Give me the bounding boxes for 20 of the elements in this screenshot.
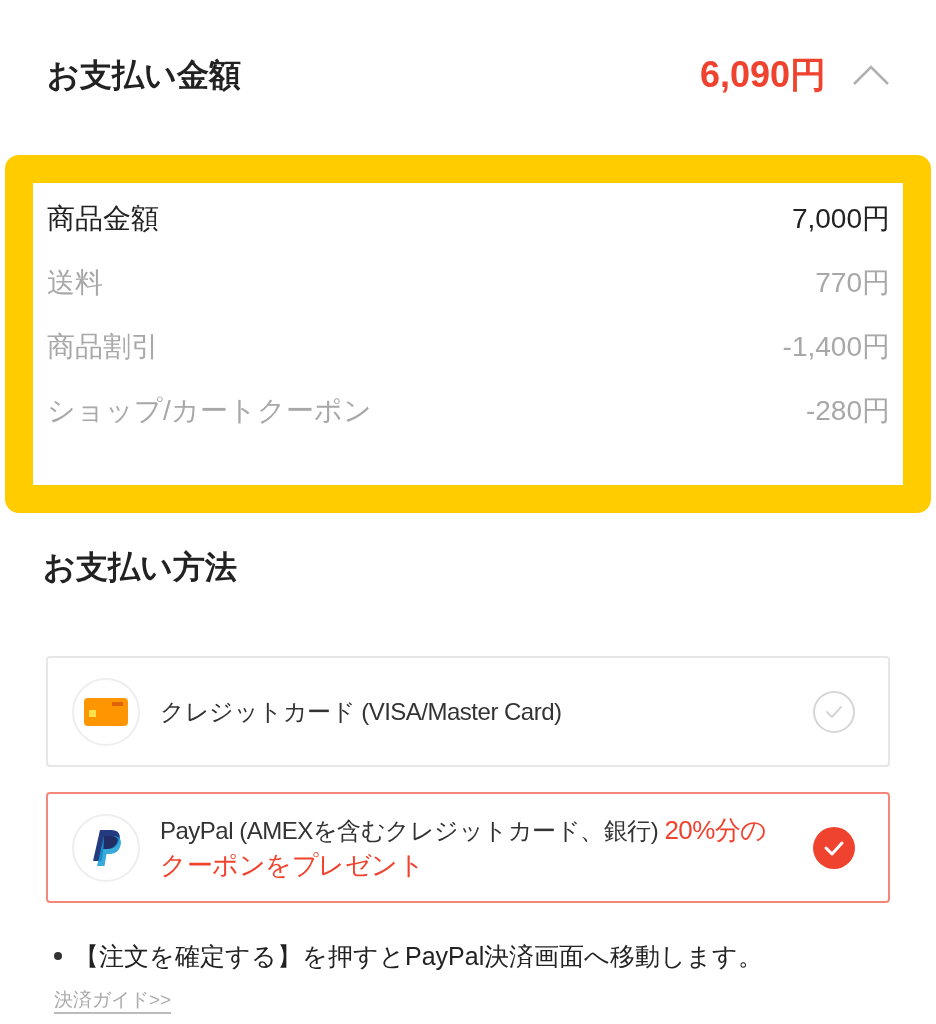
- credit-card-icon: [84, 697, 128, 726]
- section-title: お支払い金額: [47, 56, 241, 95]
- payment-option-card[interactable]: クレジットカード (VISA/Master Card): [46, 656, 890, 767]
- bullet-icon: [54, 952, 62, 960]
- collapse-chevron-icon[interactable]: [852, 64, 890, 86]
- payment-option-label: PayPal (AMEXを含むクレジットカード、銀行) 20%分のクーポンをプレゼント: [160, 813, 768, 882]
- breakdown-amount: 770円: [815, 266, 890, 300]
- breakdown-amount: -280円: [805, 394, 890, 428]
- payment-option-label: クレジットカード (VISA/Master Card): [160, 696, 563, 727]
- breakdown-amount: -1,400円: [782, 330, 890, 364]
- breakdown-label: ショップ/カートクーポン: [47, 394, 372, 428]
- breakdown-amount: 7,000円: [791, 202, 890, 236]
- payment-option-card[interactable]: PayPal (AMEXを含むクレジットカード、銀行) 20%分のクーポンをプレゼント: [46, 792, 890, 903]
- notice-text: 【注文を確定する】を押すとPayPal決済画面へ移動します。: [74, 941, 764, 972]
- breakdown-label: 商品割引: [47, 330, 159, 364]
- breakdown-label: 送料: [47, 266, 103, 300]
- paypal-logo-icon: [91, 829, 121, 866]
- breakdown-label: 商品金額: [47, 202, 159, 236]
- section-title: お支払い方法: [43, 549, 237, 585]
- total-amount: 6,090円: [699, 53, 826, 97]
